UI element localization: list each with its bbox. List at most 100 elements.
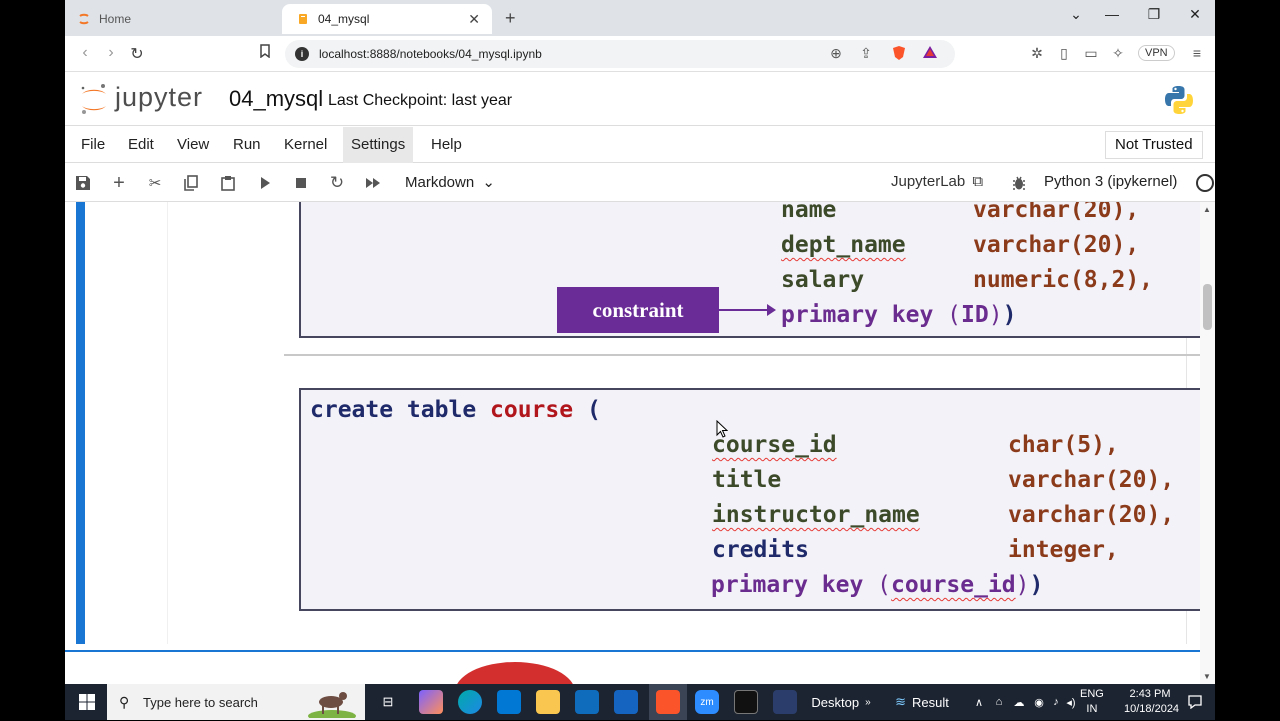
col-salary: salary [781, 267, 865, 293]
camera-tray-icon[interactable]: ◉ [1031, 684, 1047, 720]
vpn-button[interactable]: VPN [1138, 45, 1175, 61]
reload-icon[interactable]: ↻ [127, 44, 147, 64]
tab-notebook[interactable]: 04_mysql ✕ [282, 4, 492, 34]
fast-forward-icon[interactable] [363, 173, 383, 193]
sidebar-icon[interactable]: ▯ [1054, 45, 1074, 62]
clock-date: 10/18/2024 [1124, 703, 1180, 715]
notifications-icon[interactable] [1183, 684, 1207, 720]
menu-view[interactable]: View [169, 127, 217, 163]
restart-icon[interactable]: ↻ [327, 173, 347, 193]
chevron-down-icon: ⌄ [482, 174, 495, 191]
tab-home[interactable]: Home [77, 4, 282, 34]
file-explorer-icon[interactable] [536, 690, 560, 714]
horizontal-rule [284, 354, 1215, 356]
windows-taskbar: ⚲ Type here to search ⊟ zm Desktop » ≋ Res… [65, 684, 1215, 721]
paste-icon[interactable] [218, 173, 238, 193]
menu-help[interactable]: Help [423, 127, 470, 163]
address-bar-row: ‹ › ↻ i localhost:8888/notebooks/04_mysq… [65, 36, 1215, 72]
taskbar-search-box[interactable]: ⚲ Type here to search [107, 684, 365, 721]
markdown-cell[interactable]: name varchar(20), dept_name varchar(20),… [167, 202, 1215, 644]
outlook-icon[interactable] [575, 690, 599, 714]
brave-browser-icon[interactable] [656, 690, 680, 714]
menu-edit[interactable]: Edit [120, 127, 162, 163]
url-field[interactable]: i localhost:8888/notebooks/04_mysql.ipyn… [285, 40, 955, 68]
run-icon[interactable] [255, 173, 275, 193]
back-icon[interactable]: ‹ [75, 44, 95, 62]
menu-settings[interactable]: Settings [343, 127, 414, 163]
vscode-icon[interactable] [614, 690, 638, 714]
brave-rewards-icon[interactable] [920, 45, 940, 62]
site-info-icon[interactable]: i [295, 47, 309, 61]
weather-widget[interactable]: ≋ Result [887, 684, 957, 720]
kernel-name[interactable]: Python 3 (ipykernel) [1044, 173, 1177, 190]
zoom-app-icon[interactable]: zm [695, 690, 719, 714]
cut-icon[interactable]: ✂ [145, 173, 165, 193]
type-credits: integer, [1008, 537, 1119, 563]
cell-type-dropdown[interactable]: Markdown ⌄ [405, 173, 495, 191]
network-tray-icon[interactable]: ⌂ [991, 684, 1007, 720]
new-tab-icon[interactable]: + [505, 8, 516, 29]
leo-ai-icon[interactable]: ✧ [1108, 45, 1128, 62]
close-tab-icon[interactable]: ✕ [468, 11, 480, 28]
taskbar-clock[interactable]: 2:43 PM 10/18/2024 [1124, 687, 1180, 717]
add-cell-icon[interactable]: + [109, 172, 129, 194]
notebook-scrollbar[interactable]: ▲ ▼ [1200, 202, 1215, 684]
desktop-toolbar[interactable]: Desktop » [811, 684, 871, 720]
remote-desktop-icon[interactable] [773, 690, 797, 714]
col-dept-name: dept_name [781, 232, 906, 258]
task-view-icon[interactable]: ⊟ [375, 684, 401, 720]
notebook-title[interactable]: 04_mysql [229, 86, 323, 112]
zoom-icon[interactable]: ⊕ [826, 45, 846, 62]
copilot-icon[interactable] [419, 690, 443, 714]
language-region: IN [1086, 703, 1098, 715]
store-icon[interactable] [497, 690, 521, 714]
scrollbar-thumb[interactable] [1203, 284, 1212, 330]
menu-kernel[interactable]: Kernel [276, 127, 335, 163]
browser-menu-icon[interactable]: ≡ [1187, 45, 1207, 61]
language-indicator[interactable]: ENG IN [1080, 687, 1104, 717]
tray-chevron-up-icon[interactable]: ∧ [971, 684, 987, 720]
jupyterlab-link[interactable]: JupyterLab ⧉ [891, 173, 983, 190]
col-course-id: course_id [712, 432, 837, 458]
trust-status-button[interactable]: Not Trusted [1105, 131, 1203, 159]
menu-run[interactable]: Run [225, 127, 269, 163]
mic-tray-icon[interactable]: ♪ [1049, 684, 1063, 720]
volume-icon[interactable]: ◂) [1064, 684, 1078, 720]
brave-shield-icon[interactable] [889, 45, 909, 64]
restore-icon[interactable]: ❐ [1142, 6, 1166, 23]
double-chevron-icon: » [865, 696, 871, 708]
constraint-arrowhead-icon [767, 304, 776, 316]
share-icon[interactable]: ⇪ [856, 45, 876, 62]
scroll-down-icon[interactable]: ▼ [1203, 672, 1211, 681]
type-dept-name: varchar(20), [973, 232, 1140, 258]
python-logo-icon [1163, 84, 1195, 116]
terminal-icon[interactable] [734, 690, 758, 714]
course-pk-column: course_id [891, 572, 1016, 598]
windows-start-icon[interactable] [73, 684, 101, 720]
onedrive-tray-icon[interactable]: ☁ [1011, 684, 1027, 720]
edge-icon[interactable] [458, 690, 482, 714]
extensions-icon[interactable]: ✲ [1027, 45, 1047, 62]
stop-icon[interactable] [291, 173, 311, 193]
tab-search-chevron-icon[interactable]: ⌄ [1064, 6, 1088, 23]
minimize-icon[interactable]: — [1100, 6, 1124, 22]
open-paren: ( [573, 397, 601, 423]
notebook-area: name varchar(20), dept_name varchar(20),… [65, 202, 1215, 684]
bookmark-icon[interactable] [255, 44, 275, 63]
pk-close-paren: ) [988, 302, 1003, 328]
pk-keyword: primary key [781, 302, 948, 328]
scroll-up-icon[interactable]: ▲ [1203, 205, 1211, 214]
type-name: varchar(20), [973, 202, 1140, 223]
jupyter-header: jupyter 04_mysql Last Checkpoint: last y… [65, 72, 1215, 126]
active-cell-indicator[interactable] [76, 202, 85, 644]
jupyter-logo-icon[interactable] [79, 82, 109, 116]
wallet-icon[interactable]: ▭ [1081, 45, 1101, 62]
type-course-id: char(5), [1008, 432, 1119, 458]
save-icon[interactable] [73, 173, 93, 193]
copy-icon[interactable] [181, 173, 201, 193]
pk-open-paren: ( [947, 302, 962, 328]
forward-icon[interactable]: › [101, 44, 121, 62]
window-close-icon[interactable]: ✕ [1183, 6, 1207, 23]
menu-file[interactable]: File [73, 127, 113, 163]
debugger-bug-icon[interactable] [1009, 173, 1029, 193]
